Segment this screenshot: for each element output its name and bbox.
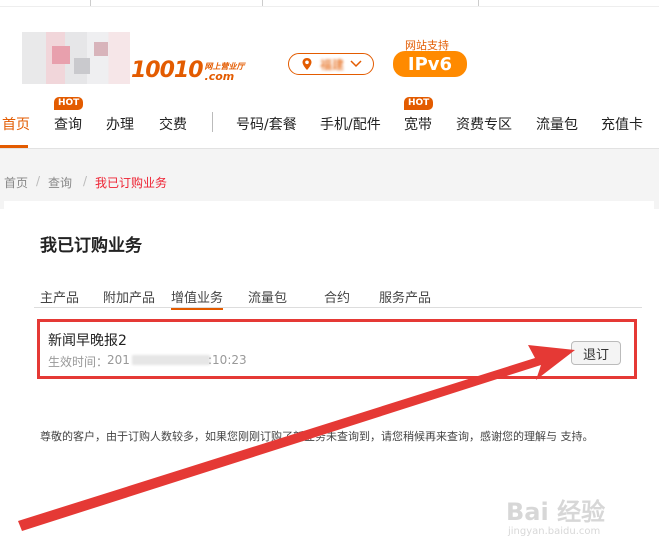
tab-value-added[interactable]: 增值业务 xyxy=(171,287,224,310)
nav-recharge-card[interactable]: 充值卡 xyxy=(601,114,643,134)
nav-handle[interactable]: 办理 xyxy=(106,114,134,134)
tab-main-product[interactable]: 主产品 xyxy=(40,287,79,306)
page-title: 我已订购业务 xyxy=(40,236,142,256)
main-nav: 首页 HOT 查询 办理 交费 号码/套餐 手机/配件 HOT 宽带 资费专区 … xyxy=(0,97,659,149)
breadcrumb: 首页 / 查询 / 我已订购业务 xyxy=(0,149,659,209)
product-tabs: 主产品 附加产品 增值业务 流量包 合约 服务产品 xyxy=(34,285,642,310)
subscription-item: 新闻早晚报2 生效时间： 201 :10:23 退订 xyxy=(37,319,637,379)
watermark-url: jingyan.baidu.com xyxy=(508,526,601,537)
baidu-watermark: Bai 经验 jingyan.baidu.com xyxy=(506,486,646,550)
breadcrumb-home[interactable]: 首页 xyxy=(4,174,28,191)
blurred-logo xyxy=(22,32,130,84)
tab-addon-product[interactable]: 附加产品 xyxy=(103,287,155,306)
effective-time-prefix: 201 xyxy=(107,353,130,367)
breadcrumb-query[interactable]: 查询 xyxy=(48,174,72,191)
tab-data-pack[interactable]: 流量包 xyxy=(248,287,287,306)
chevron-down-icon xyxy=(350,60,362,68)
effective-time-suffix: :10:23 xyxy=(208,353,247,367)
city-name: 福建 xyxy=(319,57,344,72)
nav-home[interactable]: 首页 xyxy=(2,114,30,134)
top-strip xyxy=(0,0,659,7)
subscription-name: 新闻早晚报2 xyxy=(48,333,127,349)
nav-phone-accessories[interactable]: 手机/配件 xyxy=(320,114,381,134)
brand-com: .com xyxy=(204,70,235,83)
unsubscribe-button[interactable]: 退订 xyxy=(571,341,621,365)
ipv6-badge[interactable]: IPv6 xyxy=(393,51,467,77)
nav-data-pack[interactable]: 流量包 xyxy=(536,114,578,134)
hot-badge-query: HOT xyxy=(54,97,84,110)
brand-logo[interactable]: 10010 网上营业厅 .com xyxy=(131,50,245,83)
nav-number-plan[interactable]: 号码/套餐 xyxy=(236,114,297,134)
breadcrumb-separator: / xyxy=(83,174,88,188)
location-pin-icon xyxy=(302,58,312,70)
effective-time-redacted xyxy=(132,355,210,365)
nav-active-indicator xyxy=(0,145,28,148)
tab-service-product[interactable]: 服务产品 xyxy=(379,287,431,306)
nav-divider xyxy=(212,112,213,132)
nav-broadband[interactable]: 宽带 xyxy=(404,114,432,134)
hot-badge-broadband: HOT xyxy=(404,97,434,110)
city-selector[interactable]: 福建 xyxy=(288,53,374,75)
effective-time-label: 生效时间： xyxy=(48,355,109,369)
nav-query[interactable]: 查询 xyxy=(54,114,82,134)
watermark-text: Bai 经验 xyxy=(506,498,606,526)
nav-pay[interactable]: 交费 xyxy=(159,114,187,134)
tab-contract[interactable]: 合约 xyxy=(324,287,350,306)
breadcrumb-separator: / xyxy=(36,174,41,188)
notice-text: 尊敬的客户，由于订购人数较多，如果您刚刚订购了新业务未查询到，请您稍候再来查询，… xyxy=(40,430,594,443)
brand-number: 10010 xyxy=(131,58,204,83)
breadcrumb-current: 我已订购业务 xyxy=(95,176,168,190)
nav-tariff-zone[interactable]: 资费专区 xyxy=(456,114,512,134)
